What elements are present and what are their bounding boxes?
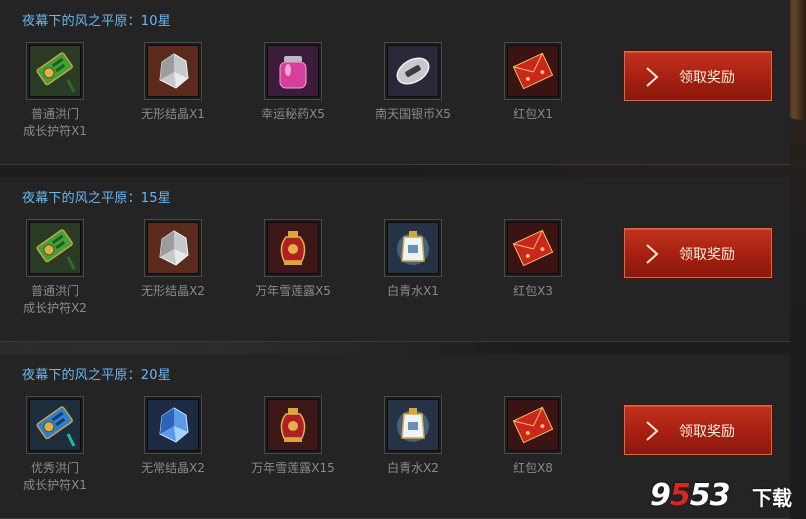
chevron-right-icon [646,67,659,87]
item-label: 白青水X1 [387,284,439,298]
reward-item[interactable]: 白青水X1 [358,219,468,300]
watermark-digit-red: 5 [669,478,691,513]
reward-item[interactable]: 无常结晶X2 [118,396,228,477]
item-slot[interactable] [504,219,562,277]
item-slot[interactable] [384,396,442,454]
reward-item[interactable]: 普通洪门 成长护符X2 [0,219,110,317]
bottle-white-blue-icon [388,223,438,273]
item-label-line2: 成长护符X2 [23,301,87,315]
claim-reward-button[interactable]: 领取奖励 [624,405,772,455]
item-label-line1: 普通洪门 [30,284,79,298]
watermark-digit-white: 9 [650,478,671,513]
vase-red-gold-icon [268,400,318,450]
chevron-right-icon [646,421,659,441]
bottle-white-blue-icon [388,400,438,450]
item-label-line1: 优秀洪门 [30,461,79,475]
reward-item[interactable]: 红包X3 [478,219,588,300]
potion-jar-pink-icon [268,46,318,96]
item-label: 普通洪门 成长护符X1 [0,106,110,140]
item-label-line2: 成长护符X1 [23,124,87,138]
section-title: 夜幕下的风之平原：10星 [22,14,171,29]
reward-item[interactable]: 红包X8 [478,396,588,477]
claim-button-label: 领取奖励 [679,424,735,440]
item-slot[interactable] [504,396,562,454]
item-slot[interactable] [144,219,202,277]
silver-coin-icon [388,46,438,96]
item-slot[interactable] [264,396,322,454]
item-label-line2: 成长护符X1 [23,478,87,492]
red-envelope-icon [508,223,558,273]
reward-item[interactable]: 普通洪门 成长护符X1 [0,42,110,140]
item-label: 普通洪门 成长护符X2 [0,283,110,317]
item-label: 无形结晶X1 [141,107,205,121]
item-label: 无形结晶X2 [141,284,205,298]
reward-item[interactable]: 红包X1 [478,42,588,123]
reward-section-15-stars: 夜幕下的风之平原：15星 普通洪门 成长护符X2 无形结晶X2 万年雪莲露X5 … [0,177,790,342]
item-label: 万年雪莲露X5 [255,284,331,298]
reward-item[interactable]: 无形结晶X2 [118,219,228,300]
item-label: 红包X3 [513,284,553,298]
item-slot[interactable] [26,219,84,277]
item-slot[interactable] [384,219,442,277]
reward-item[interactable]: 无形结晶X1 [118,42,228,123]
item-label: 南天国银币X5 [375,107,451,121]
vase-red-gold-icon [268,223,318,273]
item-slot[interactable] [144,42,202,100]
item-label: 幸运秘药X5 [261,107,325,121]
red-envelope-icon [508,400,558,450]
reward-item[interactable]: 万年雪莲露X15 [238,396,348,477]
crystal-blue-icon [148,400,198,450]
talisman-green-icon [30,46,80,96]
item-label: 无常结晶X2 [141,461,205,475]
item-slot[interactable] [504,42,562,100]
item-slot[interactable] [26,42,84,100]
item-label: 红包X1 [513,107,553,121]
item-label: 优秀洪门 成长护符X1 [0,460,110,494]
item-slot[interactable] [264,219,322,277]
watermark-digits-rest: 53 [689,478,731,513]
chevron-right-icon [646,244,659,264]
section-title: 夜幕下的风之平原：15星 [22,191,171,206]
item-slot[interactable] [26,396,84,454]
section-title: 夜幕下的风之平原：20星 [22,368,171,383]
talisman-blue-icon [30,400,80,450]
reward-item[interactable]: 南天国银币X5 [358,42,468,123]
claim-button-label: 领取奖励 [679,247,735,263]
claim-reward-button[interactable]: 领取奖励 [624,228,772,278]
site-watermark: 9553 下载 [650,478,800,514]
talisman-green-icon [30,223,80,273]
reward-item[interactable]: 优秀洪门 成长护符X1 [0,396,110,494]
item-label: 万年雪莲露X15 [251,461,335,475]
item-slot[interactable] [384,42,442,100]
reward-item[interactable]: 万年雪莲露X5 [238,219,348,300]
item-label: 红包X8 [513,461,553,475]
reward-item[interactable]: 幸运秘药X5 [238,42,348,123]
item-slot[interactable] [264,42,322,100]
crystal-silver-icon [148,46,198,96]
item-label: 白青水X2 [387,461,439,475]
crystal-silver-icon [148,223,198,273]
watermark-suffix: 下载 [752,486,792,510]
item-label-line1: 普通洪门 [30,107,79,121]
reward-item[interactable]: 白青水X2 [358,396,468,477]
claim-reward-button[interactable]: 领取奖励 [624,51,772,101]
red-envelope-icon [508,46,558,96]
watermark-digits: 9553 [650,478,730,513]
claim-button-label: 领取奖励 [679,70,735,86]
item-slot[interactable] [144,396,202,454]
reward-section-10-stars: 夜幕下的风之平原：10星 普通洪门 成长护符X1 无形结晶X1 幸运秘药X5 南… [0,0,790,165]
